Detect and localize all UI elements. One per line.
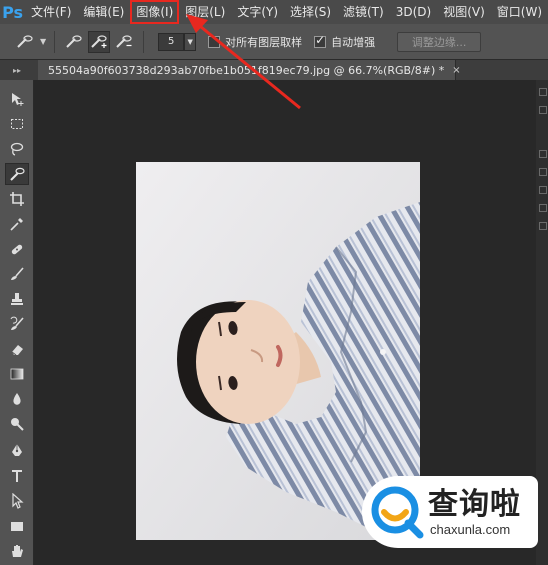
tool-preset-picker[interactable]: ▼ bbox=[14, 31, 46, 53]
marquee-icon[interactable] bbox=[5, 113, 29, 135]
pen-icon[interactable] bbox=[5, 440, 29, 462]
checkbox-unchecked[interactable] bbox=[208, 35, 221, 48]
lasso-icon[interactable] bbox=[5, 138, 29, 160]
watermark: 查询啦 chaxunla.com bbox=[362, 476, 538, 548]
document-tab-title: 55504a90f603738d293ab70fbe1b051f819ec79.… bbox=[48, 63, 445, 77]
eyedropper-icon[interactable] bbox=[5, 213, 29, 235]
path-selection-icon[interactable] bbox=[5, 490, 29, 512]
panel-icon[interactable] bbox=[539, 150, 547, 158]
dodge-icon[interactable] bbox=[5, 413, 29, 435]
tools-panel bbox=[0, 80, 34, 565]
menu-view[interactable]: 视图(V) bbox=[437, 0, 491, 24]
divider bbox=[143, 30, 145, 53]
auto-enhance-label: 自动增强 bbox=[331, 35, 376, 49]
sample-all-layers-checkbox[interactable]: 对所有图层取样 bbox=[208, 34, 302, 50]
add-to-selection-icon[interactable] bbox=[88, 30, 111, 53]
subtract-from-selection-icon[interactable] bbox=[113, 31, 135, 53]
menu-file[interactable]: 文件(F) bbox=[25, 0, 77, 24]
menu-select[interactable]: 选择(S) bbox=[284, 0, 337, 24]
menu-image[interactable]: 图像(I) bbox=[130, 0, 180, 24]
panel-icon[interactable] bbox=[539, 204, 547, 212]
photoshop-logo: Ps bbox=[2, 2, 24, 22]
refine-edge-button[interactable]: 调整边缘... bbox=[397, 31, 482, 52]
document-tab[interactable]: 55504a90f603738d293ab70fbe1b051f819ec79.… bbox=[38, 60, 461, 80]
type-icon[interactable] bbox=[5, 465, 29, 487]
menu-layer[interactable]: 图层(L) bbox=[179, 0, 231, 24]
menu-window[interactable]: 窗口(W) bbox=[491, 0, 548, 24]
divider bbox=[54, 30, 56, 53]
brush-icon[interactable] bbox=[5, 263, 29, 285]
rectangle-icon[interactable] bbox=[5, 515, 29, 537]
panel-icon[interactable] bbox=[539, 222, 547, 230]
watermark-brand: 查询啦 bbox=[428, 486, 521, 522]
healing-brush-icon[interactable] bbox=[5, 238, 29, 260]
options-bar: ▼ 5 ▼ 对所有图层取样 自动增强 调整边缘... bbox=[0, 24, 548, 60]
hand-icon[interactable] bbox=[5, 540, 29, 562]
chevron-down-icon: ▼ bbox=[40, 37, 47, 46]
clone-stamp-icon[interactable] bbox=[5, 288, 29, 310]
history-brush-icon[interactable] bbox=[5, 313, 29, 335]
menu-items: 文件(F) 编辑(E) 图像(I) 图层(L) 文字(Y) 选择(S) 滤镜(T… bbox=[25, 0, 548, 24]
eraser-icon[interactable] bbox=[5, 338, 29, 360]
move-icon[interactable] bbox=[5, 88, 29, 110]
menu-bar: Ps 文件(F) 编辑(E) 图像(I) 图层(L) 文字(Y) 选择(S) 滤… bbox=[0, 0, 548, 24]
panel-icon[interactable] bbox=[539, 186, 547, 194]
menu-edit[interactable]: 编辑(E) bbox=[77, 0, 130, 24]
magnifier-logo-icon bbox=[370, 485, 424, 539]
gradient-icon[interactable] bbox=[5, 363, 29, 385]
watermark-url: chaxunla.com bbox=[430, 521, 511, 537]
crop-icon[interactable] bbox=[5, 188, 29, 210]
collapse-panel-icon[interactable]: ▸▸ bbox=[0, 60, 34, 80]
checkbox-checked[interactable] bbox=[314, 33, 327, 48]
chevron-down-icon[interactable]: ▼ bbox=[184, 32, 197, 51]
panel-icon[interactable] bbox=[539, 88, 547, 96]
new-selection-icon[interactable] bbox=[63, 31, 85, 53]
watermark-text: 查询啦 chaxunla.com bbox=[428, 486, 521, 537]
brush-size-picker[interactable]: 5 ▼ bbox=[158, 32, 197, 51]
brush-size-field[interactable]: 5 bbox=[158, 32, 185, 51]
sample-all-layers-label: 对所有图层取样 bbox=[225, 35, 303, 49]
quick-selection-icon[interactable] bbox=[5, 163, 29, 185]
blur-icon[interactable] bbox=[5, 388, 29, 410]
auto-enhance-checkbox[interactable]: 自动增强 bbox=[314, 33, 376, 50]
menu-type[interactable]: 文字(Y) bbox=[231, 0, 284, 24]
panel-icon[interactable] bbox=[539, 168, 547, 176]
quick-selection-icon bbox=[14, 31, 36, 53]
panel-icon[interactable] bbox=[539, 106, 547, 114]
menu-3d[interactable]: 3D(D) bbox=[390, 0, 437, 24]
menu-filter[interactable]: 滤镜(T) bbox=[337, 0, 390, 24]
close-icon[interactable]: × bbox=[452, 65, 460, 76]
